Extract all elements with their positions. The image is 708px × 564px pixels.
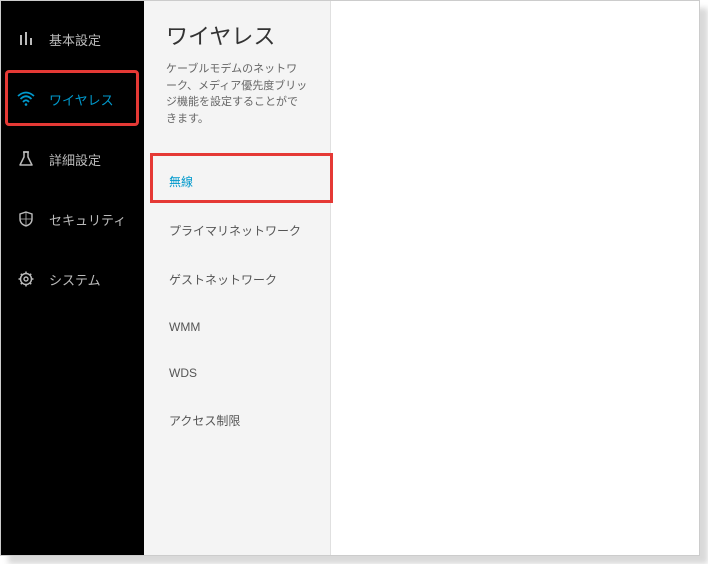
- submenu-panel: ワイヤレス ケーブルモデムのネットワーク、メディア優先度ブリッジ機能を設定するこ…: [144, 1, 331, 555]
- sidebar-item-wireless[interactable]: ワイヤレス: [1, 69, 144, 129]
- gear-icon: [17, 270, 35, 288]
- sidebar-item-label: 詳細設定: [49, 150, 101, 169]
- shield-icon: [17, 210, 35, 228]
- submenu-item-access-control[interactable]: アクセス制限: [144, 396, 330, 445]
- submenu-list: 無線 プライマリネットワーク ゲストネットワーク WMM WDS アクセス制限: [144, 147, 330, 445]
- sidebar-item-label: ワイヤレス: [49, 90, 114, 109]
- main-panel: [331, 1, 699, 555]
- sidebar-item-basic[interactable]: 基本設定: [1, 9, 144, 69]
- submenu-item-radio[interactable]: 無線: [144, 157, 330, 206]
- sidebar-item-label: システム: [49, 270, 101, 289]
- flask-icon: [17, 150, 35, 168]
- content-area: ワイヤレス ケーブルモデムのネットワーク、メディア優先度ブリッジ機能を設定するこ…: [144, 1, 699, 555]
- sidebar: 基本設定 ワイヤレス 詳細設定: [1, 1, 144, 555]
- sidebar-item-advanced[interactable]: 詳細設定: [1, 129, 144, 189]
- sidebar-item-label: 基本設定: [49, 30, 101, 49]
- submenu-item-label: ゲストネットワーク: [169, 273, 277, 287]
- submenu-item-primary-network[interactable]: プライマリネットワーク: [144, 206, 330, 255]
- submenu-item-guest-network[interactable]: ゲストネットワーク: [144, 255, 330, 304]
- submenu-item-label: WDS: [169, 366, 197, 380]
- wifi-icon: [17, 90, 35, 108]
- page-title: ワイヤレス: [144, 19, 330, 61]
- submenu-item-label: アクセス制限: [169, 414, 240, 428]
- submenu-item-label: WMM: [169, 320, 200, 334]
- page-description: ケーブルモデムのネットワーク、メディア優先度ブリッジ機能を設定することができます…: [144, 61, 330, 147]
- submenu-item-wmm[interactable]: WMM: [144, 304, 330, 350]
- sidebar-item-system[interactable]: システム: [1, 249, 144, 309]
- submenu-item-label: プライマリネットワーク: [169, 224, 301, 238]
- submenu-item-label: 無線: [169, 175, 193, 189]
- sidebar-item-label: セキュリティ: [49, 210, 126, 229]
- sidebar-item-security[interactable]: セキュリティ: [1, 189, 144, 249]
- sliders-icon: [17, 30, 35, 48]
- submenu-item-wds[interactable]: WDS: [144, 350, 330, 396]
- app-window: 基本設定 ワイヤレス 詳細設定: [0, 0, 700, 556]
